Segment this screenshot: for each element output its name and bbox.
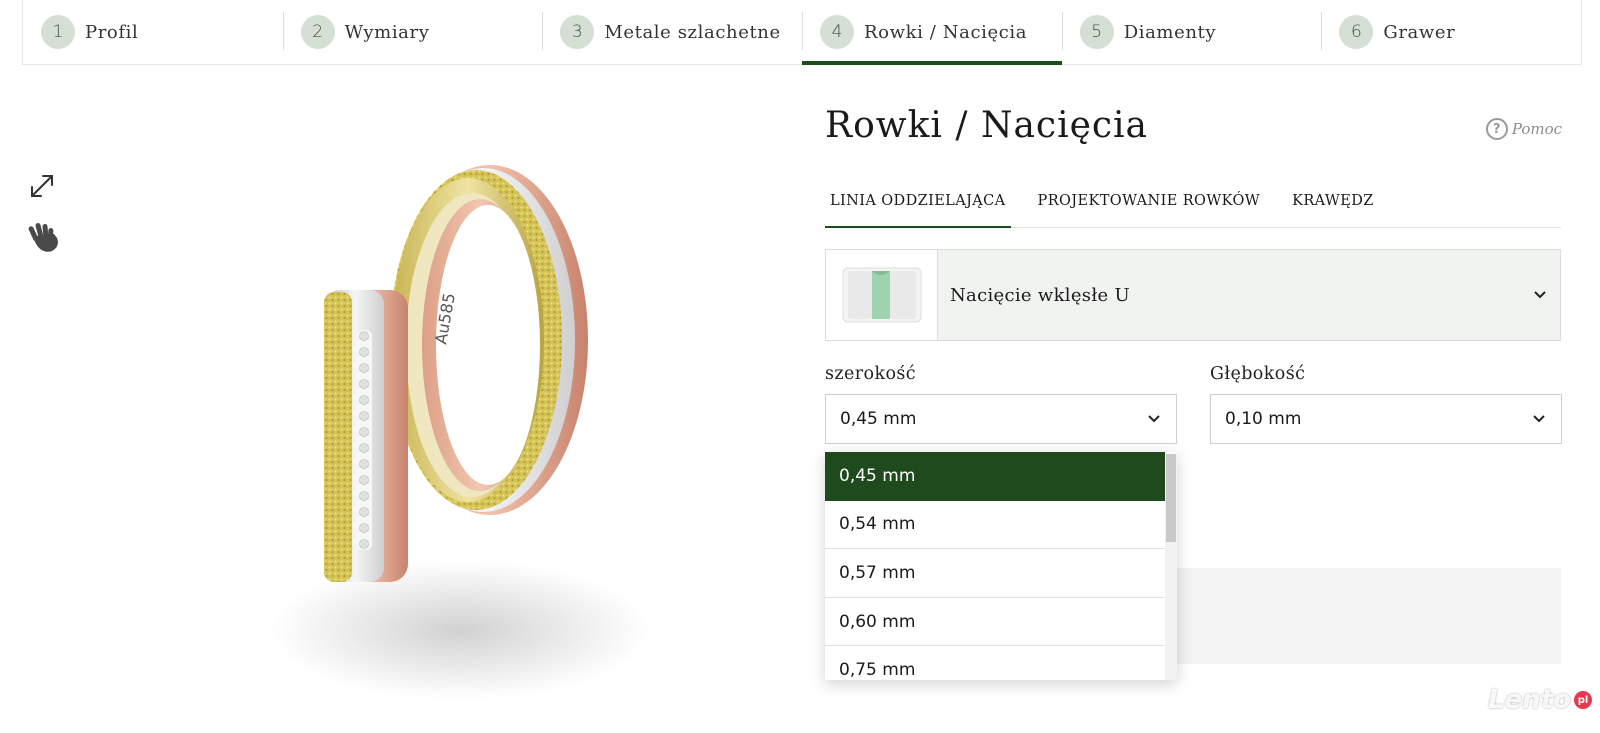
help-label: Pomoc [1511,120,1562,138]
step-label: Wymiary [344,21,430,43]
step-number: 1 [41,15,75,49]
width-option[interactable]: 0,60 mm [825,598,1165,647]
width-option[interactable]: 0,57 mm [825,549,1165,598]
watermark-text: Lento [1487,685,1571,715]
step-metale-szlachetne[interactable]: 3 Metale szlachetne [542,0,802,64]
width-option[interactable]: 0,54 mm [825,501,1165,550]
cut-type-select[interactable]: Nacięcie wklęsłe U [825,249,1561,341]
step-number: 5 [1079,15,1114,49]
dropdown-scrollbar[interactable] [1165,454,1177,680]
width-option[interactable]: 0,45 mm [825,452,1165,501]
tab-projektowanie-rowkow[interactable]: PROJEKTOWANIE ROWKÓW [1033,178,1266,227]
step-wymiary[interactable]: 2 Wymiary [282,0,543,64]
hand-drag-icon[interactable] [26,220,62,256]
step-profil[interactable]: 1 Profil [23,0,283,64]
expand-icon[interactable] [26,170,58,202]
page-title: Rowki / Nacięcia [825,105,1149,146]
scrollbar-thumb[interactable] [1166,454,1176,542]
width-label: szerokość [825,364,916,384]
step-number: 4 [820,15,855,49]
step-label: Grawer [1383,21,1456,43]
help-link[interactable]: ? Pomoc [1485,118,1562,140]
cut-profile-icon [842,267,921,323]
cut-profile-thumbnail [826,250,938,340]
step-label: Metale szlachetne [604,21,781,43]
step-label: Diamenty [1123,21,1217,43]
width-select[interactable]: 0,45 mm [825,394,1177,444]
step-number: 6 [1339,15,1374,49]
depth-select[interactable]: 0,10 mm [1210,394,1562,444]
chevron-down-icon [1148,415,1160,423]
step-label: Profil [85,21,139,43]
ring-preview[interactable]: Au585 [250,140,720,710]
depth-select-value: 0,10 mm [1225,409,1302,429]
step-rowki-naciecia[interactable]: 4 Rowki / Nacięcia [802,0,1062,65]
step-label: Rowki / Nacięcia [864,21,1028,43]
depth-label: Głębokość [1210,364,1306,384]
help-icon: ? [1485,118,1508,140]
watermark-badge: pl [1574,691,1592,709]
width-select-value: 0,45 mm [840,409,917,429]
width-option[interactable]: 0,75 mm [825,646,1165,680]
step-grawer[interactable]: 6 Grawer [1321,0,1581,64]
width-dropdown-list: 0,45 mm 0,54 mm 0,57 mm 0,60 mm 0,75 mm [825,452,1177,680]
cut-type-value: Nacięcie wklęsłe U [950,284,1130,306]
tab-linia-oddzielajaca[interactable]: LINIA ODDZIELAJĄCA [825,178,1011,228]
step-diamenty[interactable]: 5 Diamenty [1061,0,1322,64]
subtab-bar: LINIA ODDZIELAJĄCA PROJEKTOWANIE ROWKÓW … [825,178,1561,228]
step-number: 3 [560,15,595,49]
step-navigation: 1 Profil 2 Wymiary 3 Metale szlachetne 4… [22,0,1582,65]
chevron-down-icon [1534,291,1546,299]
watermark-logo: Lento pl [1488,685,1592,715]
tab-krawedz[interactable]: KRAWĘDZ [1287,178,1379,227]
step-number: 2 [300,15,335,49]
chevron-down-icon [1533,415,1545,423]
